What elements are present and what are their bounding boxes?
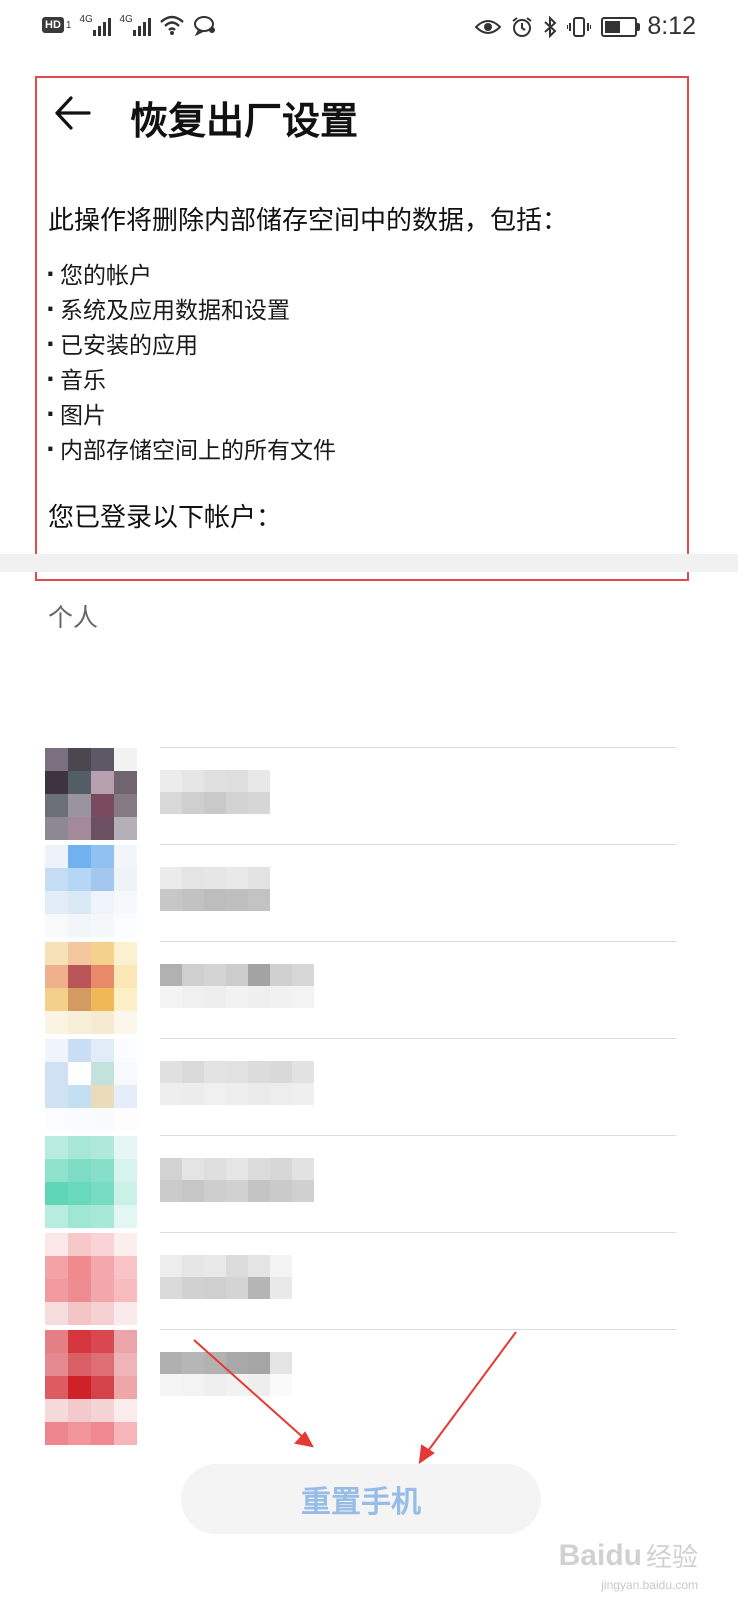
row-separator [160, 1135, 676, 1136]
eye-comfort-icon [475, 19, 502, 34]
wifi-icon [160, 15, 185, 35]
hd-voice-sim-number: 1 [65, 19, 72, 31]
account-name-blurred [160, 1158, 314, 1202]
list-item: 内部存储空间上的所有文件 [46, 433, 688, 469]
account-row[interactable] [0, 1225, 738, 1325]
vibrate-icon [567, 16, 592, 37]
hd-voice-icon: HD [42, 17, 64, 33]
row-separator [160, 1038, 676, 1039]
top-app-bar: 恢复出厂设置 [0, 70, 738, 160]
account-row[interactable] [0, 740, 738, 840]
account-name-blurred [160, 1061, 314, 1105]
chat-notification-icon [194, 16, 216, 36]
list-item: 图片 [46, 398, 688, 434]
back-button[interactable] [48, 88, 98, 138]
account-avatar [45, 1039, 137, 1131]
warning-intro: 此操作将删除内部储存空间中的数据，包括： [48, 206, 569, 236]
status-bar-right: 8:12 [475, 12, 696, 41]
signal-icon-sim2: 4G [119, 14, 152, 36]
row-separator [160, 747, 676, 748]
account-avatar [45, 1330, 137, 1445]
account-name-blurred [160, 964, 314, 1008]
status-bar-left: HD 1 4G 4G [42, 14, 217, 36]
account-avatar [45, 748, 137, 840]
account-row[interactable] [0, 1322, 738, 1445]
personal-section-header: 个人 [48, 603, 99, 632]
reset-phone-button[interactable]: 重置手机 [181, 1464, 541, 1534]
account-avatar [45, 845, 137, 937]
bluetooth-icon [544, 15, 557, 38]
section-divider [0, 554, 738, 572]
account-name-blurred [160, 770, 270, 814]
row-separator [160, 1232, 676, 1233]
account-row[interactable] [0, 1128, 738, 1228]
warning-content: 此操作将删除内部储存空间中的数据，包括： 您的帐户 系统及应用数据和设置 已安装… [46, 200, 688, 534]
list-item: 音乐 [46, 363, 688, 399]
account-avatar [45, 1136, 137, 1228]
list-item: 您的帐户 [46, 258, 688, 294]
account-name-blurred [160, 867, 270, 911]
alarm-icon [512, 16, 532, 37]
signed-in-accounts-label: 您已登录以下帐户： [48, 503, 283, 533]
battery-icon [601, 16, 641, 37]
row-separator [160, 1329, 676, 1330]
account-row[interactable] [0, 837, 738, 937]
deleted-data-list: 您的帐户 系统及应用数据和设置 已安装的应用 音乐 图片 内部存储空间上的所有文… [46, 258, 688, 469]
account-name-blurred [160, 1255, 292, 1299]
account-avatar [45, 1233, 137, 1325]
baidu-jingyan-watermark: Baidu 经验 [559, 1537, 698, 1574]
list-item: 系统及应用数据和设置 [46, 293, 688, 329]
page-title: 恢复出厂设置 [130, 99, 359, 143]
account-row[interactable] [0, 1031, 738, 1131]
watermark-url: jingyan.baidu.com [601, 1578, 698, 1592]
back-arrow-icon [55, 96, 91, 130]
account-name-blurred [160, 1352, 292, 1396]
status-bar: HD 1 4G 4G 8:12 [0, 0, 738, 56]
signal-icon-sim1: 4G [79, 14, 112, 36]
row-separator [160, 941, 676, 942]
watermark-suffix: 经验 [645, 1543, 698, 1573]
row-separator [160, 844, 676, 845]
list-item: 已安装的应用 [46, 328, 688, 364]
battery-level-fill [605, 20, 620, 33]
account-avatar [45, 942, 137, 1034]
status-time: 8:12 [647, 12, 696, 40]
watermark-logo: Baidu [558, 1538, 642, 1572]
account-row[interactable] [0, 934, 738, 1034]
